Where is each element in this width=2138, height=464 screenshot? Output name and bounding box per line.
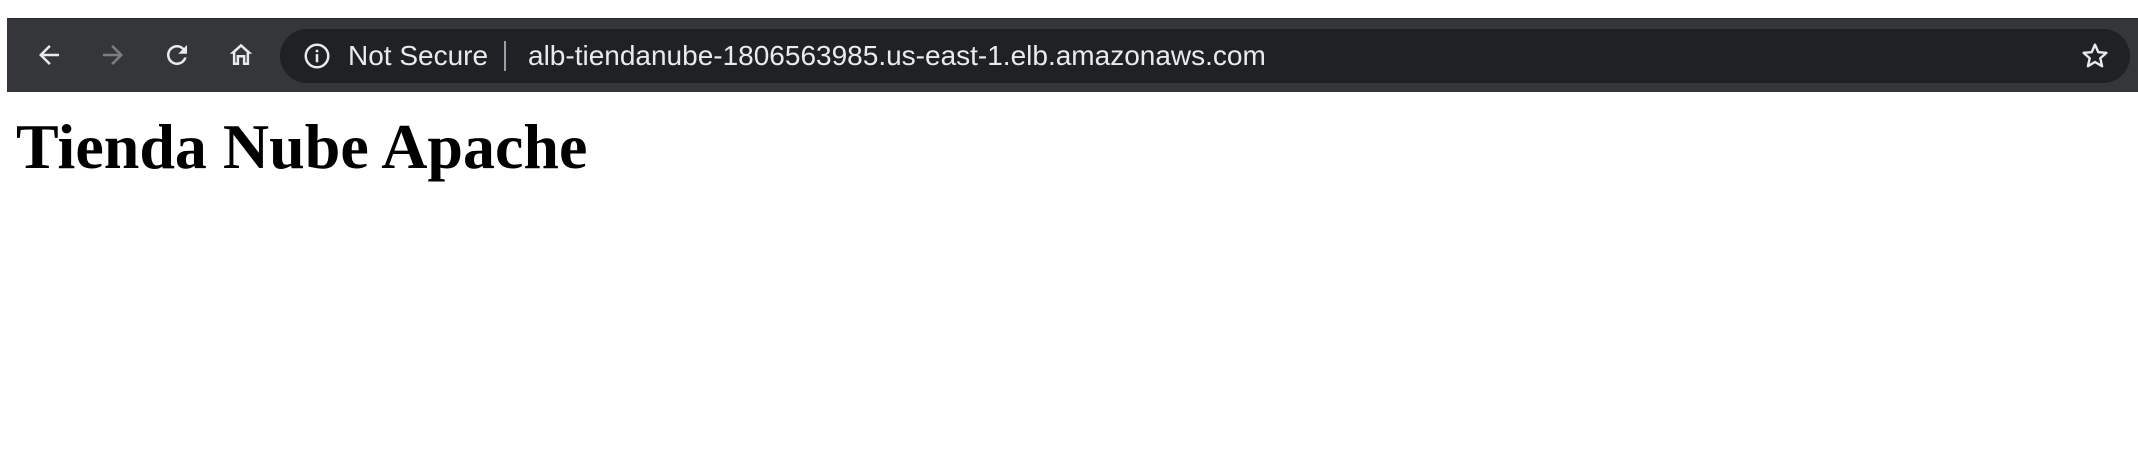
star-icon: [2082, 43, 2108, 68]
reload-button[interactable]: [155, 33, 199, 77]
browser-toolbar: Not Secure alb-tiendanube-1806563985.us-…: [7, 18, 2138, 92]
window-frame: [0, 0, 2138, 18]
url-text[interactable]: alb-tiendanube-1806563985.us-east-1.elb.…: [528, 29, 1266, 83]
info-icon: [304, 43, 330, 69]
security-status: Not Secure: [348, 40, 489, 71]
address-bar[interactable]: Not Secure alb-tiendanube-1806563985.us-…: [280, 29, 2130, 83]
home-icon: [229, 43, 253, 65]
forward-button[interactable]: [91, 33, 135, 77]
back-button[interactable]: [27, 33, 71, 77]
home-button[interactable]: [219, 33, 263, 77]
reload-icon: [167, 45, 187, 65]
bookmark-button[interactable]: [2074, 35, 2116, 77]
back-icon: [39, 45, 59, 65]
page-content: Tienda Nube Apache: [0, 92, 2138, 464]
omnibox-divider: [504, 41, 506, 71]
site-info-button[interactable]: Not Secure: [302, 29, 488, 83]
page-heading: Tienda Nube Apache: [16, 111, 588, 182]
forward-icon: [103, 45, 123, 65]
